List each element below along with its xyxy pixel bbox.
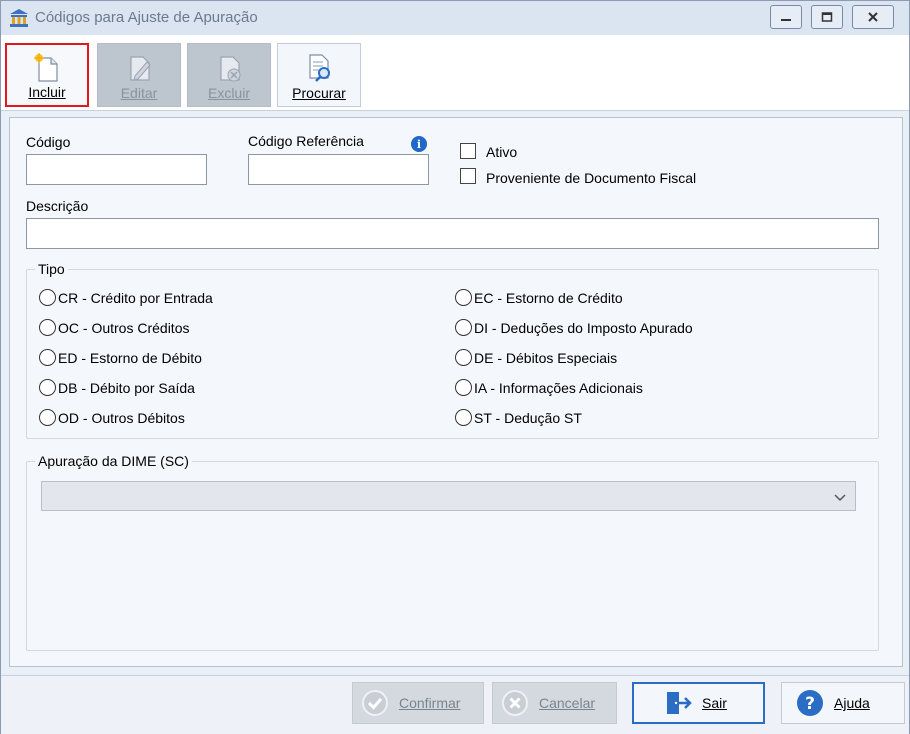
radio-label: DB - Débito por Saída: [58, 379, 195, 396]
radio-db[interactable]: DB - Débito por Saída: [39, 379, 195, 396]
radio-circle: [39, 409, 56, 426]
radio-oc[interactable]: OC - Outros Créditos: [39, 319, 189, 336]
tipo-group: Tipo CR - Crédito por Entrada OC - Outro…: [26, 261, 879, 439]
ajuda-button[interactable]: ? Ajuda: [781, 682, 905, 724]
excluir-button[interactable]: Excluir: [187, 43, 271, 107]
radio-circle: [39, 349, 56, 366]
excluir-label: Excluir: [207, 85, 250, 101]
toolbar: Incluir Editar Excluir Procurar: [1, 35, 909, 111]
radio-label: DI - Deduções do Imposto Apurado: [474, 319, 693, 336]
radio-label: CR - Crédito por Entrada: [58, 289, 213, 306]
main-window: Códigos para Ajuste de Apuração Incluir: [0, 0, 910, 734]
window-title: Códigos para Ajuste de Apuração: [35, 9, 258, 26]
confirmar-label: Confirmar: [399, 695, 461, 711]
bank-icon: [10, 9, 28, 27]
ajuda-label: Ajuda: [834, 695, 870, 711]
proveniente-label: Proveniente de Documento Fiscal: [486, 170, 697, 186]
radio-circle: [39, 289, 56, 306]
maximize-icon: [821, 12, 833, 22]
descricao-input[interactable]: [26, 218, 879, 249]
radio-circle: [455, 319, 472, 336]
codigo-referencia-input[interactable]: [248, 154, 429, 185]
radio-label: ED - Estorno de Débito: [58, 349, 202, 366]
radio-label: IA - Informações Adicionais: [474, 379, 643, 396]
radio-circle: [39, 319, 56, 336]
sair-button[interactable]: Sair: [632, 682, 765, 724]
cancelar-button[interactable]: Cancelar: [492, 682, 617, 724]
title-bar: Códigos para Ajuste de Apuração: [1, 1, 909, 35]
radio-cr[interactable]: CR - Crédito por Entrada: [39, 289, 213, 306]
radio-circle: [39, 379, 56, 396]
descricao-label: Descrição: [26, 198, 89, 214]
svg-text:?: ?: [805, 694, 815, 714]
procurar-button[interactable]: Procurar: [277, 43, 361, 107]
ativo-checkbox[interactable]: [460, 143, 476, 159]
procurar-label: Procurar: [292, 85, 346, 101]
radio-label: DE - Débitos Especiais: [474, 349, 618, 366]
incluir-label: Incluir: [28, 84, 66, 100]
tipo-group-title: Tipo: [35, 261, 68, 277]
minimize-icon: [781, 19, 791, 21]
dime-select[interactable]: [41, 481, 856, 511]
check-circle-icon: [362, 690, 388, 716]
radio-label: OC - Outros Créditos: [58, 319, 190, 336]
help-circle-icon: ?: [797, 690, 823, 716]
radio-circle: [455, 349, 472, 366]
editar-button[interactable]: Editar: [97, 43, 181, 107]
info-icon[interactable]: i: [411, 136, 427, 152]
delete-document-icon: [220, 56, 241, 82]
radio-di[interactable]: DI - Deduções do Imposto Apurado: [455, 319, 693, 336]
radio-circle: [455, 289, 472, 306]
codigo-input[interactable]: [26, 154, 207, 185]
incluir-button[interactable]: Incluir: [5, 43, 89, 107]
dime-group: Apuração da DIME (SC): [26, 453, 879, 651]
maximize-button[interactable]: [811, 5, 843, 29]
minimize-button[interactable]: [770, 5, 802, 29]
codigo-referencia-label: Código Referência: [248, 133, 364, 149]
radio-label: ST - Dedução ST: [474, 409, 582, 426]
radio-ed[interactable]: ED - Estorno de Débito: [39, 349, 202, 366]
chevron-down-icon: [834, 494, 846, 502]
sair-label: Sair: [702, 695, 727, 711]
radio-label: OD - Outros Débitos: [58, 409, 185, 426]
edit-document-icon: [130, 56, 151, 81]
radio-st[interactable]: ST - Dedução ST: [455, 409, 582, 426]
close-icon: [868, 12, 878, 22]
x-circle-icon: [502, 690, 528, 716]
codigo-label: Código: [26, 134, 71, 150]
proveniente-checkbox[interactable]: [460, 168, 476, 184]
confirmar-button[interactable]: Confirmar: [352, 682, 484, 724]
radio-circle: [455, 409, 472, 426]
form-panel: Código Código Referência i Ativo Proveni…: [9, 117, 903, 667]
close-button[interactable]: [852, 5, 894, 29]
radio-de[interactable]: DE - Débitos Especiais: [455, 349, 617, 366]
cancelar-label: Cancelar: [539, 695, 596, 711]
radio-label: EC - Estorno de Crédito: [474, 289, 623, 306]
search-document-icon: [309, 54, 330, 82]
radio-ec[interactable]: EC - Estorno de Crédito: [455, 289, 623, 306]
new-document-icon: [34, 53, 58, 82]
radio-ia[interactable]: IA - Informações Adicionais: [455, 379, 643, 396]
dime-group-title: Apuração da DIME (SC): [35, 453, 192, 469]
editar-label: Editar: [120, 85, 158, 101]
ativo-label: Ativo: [486, 144, 518, 160]
bottom-bar: Confirmar Cancelar Sair ? Ajuda: [1, 675, 909, 734]
radio-od[interactable]: OD - Outros Débitos: [39, 409, 185, 426]
exit-door-icon: [667, 692, 692, 714]
radio-circle: [455, 379, 472, 396]
